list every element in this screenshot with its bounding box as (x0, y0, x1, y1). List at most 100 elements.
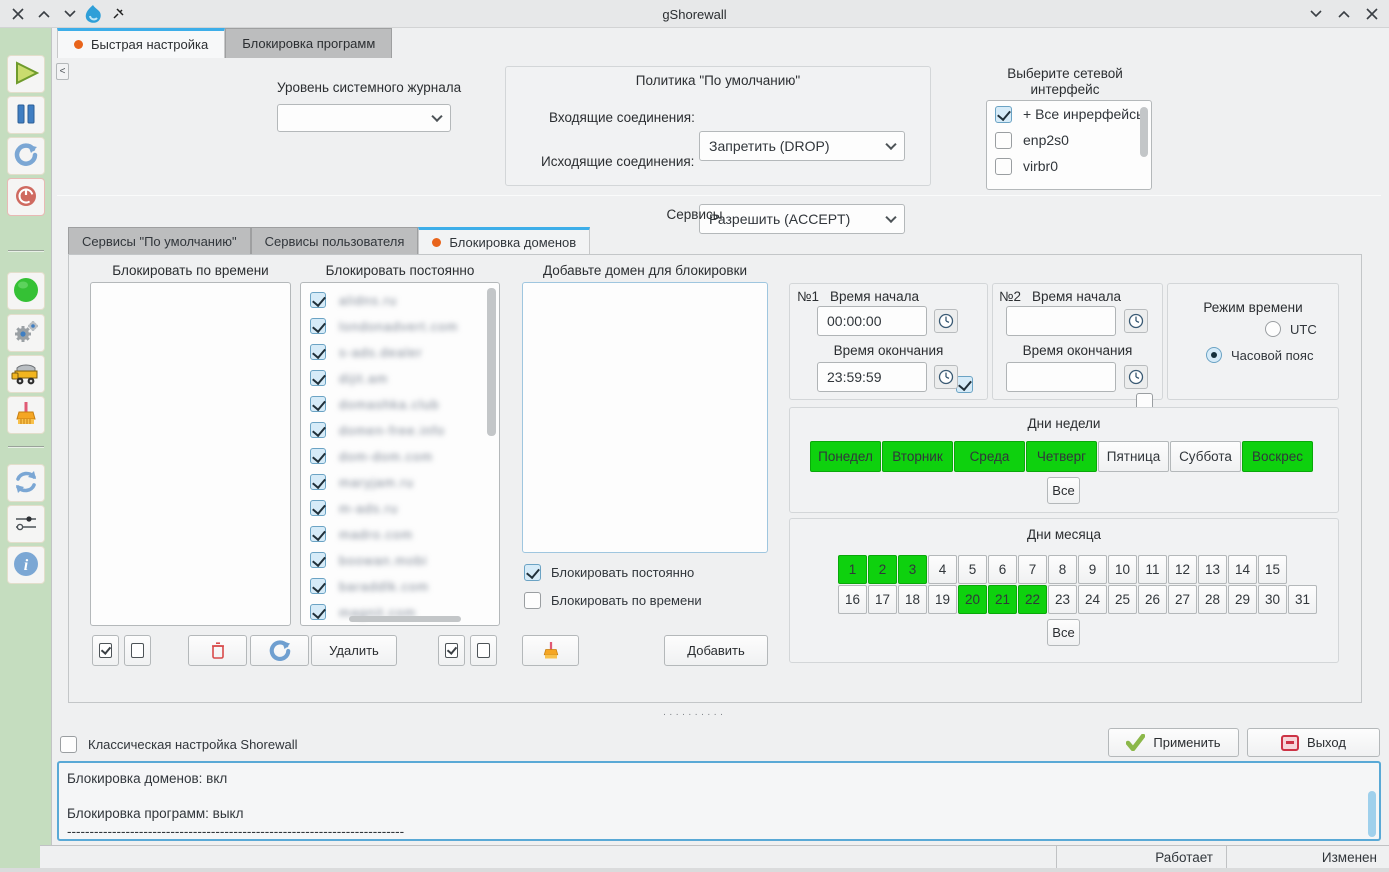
checkbox-checked-icon[interactable] (524, 564, 541, 581)
blocked-domain-item[interactable]: m-ads.ru (301, 495, 499, 521)
scrollbar-thumb[interactable] (1140, 107, 1148, 157)
blocked-domain-item[interactable]: londonadvert.com (301, 313, 499, 339)
blocked-domain-item[interactable]: madro.com (301, 521, 499, 547)
blocked-domain-item[interactable]: domashka.club (301, 391, 499, 417)
checkbox-checked-icon[interactable] (310, 448, 326, 464)
select-all-time-button[interactable] (92, 635, 119, 666)
scrollbar-thumb[interactable] (1368, 791, 1376, 837)
blocked-domain-item[interactable]: domen-free.info (301, 417, 499, 443)
refresh-list-button[interactable] (250, 635, 309, 666)
block-permanent-list[interactable]: alidns.rulondonadvert.coms-ads.dealerdij… (300, 282, 500, 626)
monthday-button[interactable]: 6 (988, 555, 1017, 584)
blocked-domain-item[interactable]: maryjam.ru (301, 469, 499, 495)
checkbox-checked-icon[interactable] (310, 344, 326, 360)
tab-program-blocking[interactable]: Блокировка программ (225, 28, 392, 58)
timer1-enable-checkbox[interactable] (956, 376, 973, 393)
checkbox-checked-icon[interactable] (310, 422, 326, 438)
delete-button[interactable]: Удалить (311, 635, 397, 666)
checkbox-unchecked-icon[interactable] (995, 158, 1012, 175)
weekday-button[interactable]: Среда (954, 441, 1025, 472)
radio-selected-icon[interactable] (1206, 347, 1222, 363)
monthday-button[interactable]: 29 (1228, 585, 1257, 614)
close-icon[interactable] (1362, 4, 1382, 24)
option-block-permanent[interactable]: Блокировать постоянно (524, 564, 694, 581)
monthday-button[interactable]: 5 (958, 555, 987, 584)
checkbox-checked-icon[interactable] (310, 370, 326, 386)
status-log[interactable]: Блокировка доменов: вкл Блокировка прогр… (57, 761, 1381, 841)
blocked-domain-item[interactable]: baraddlk.com (301, 573, 499, 599)
tab-user-services[interactable]: Сервисы пользователя (251, 227, 419, 254)
interface-item[interactable]: + Все инрерфейсы (987, 101, 1151, 127)
restart-firewall-button[interactable] (7, 137, 45, 175)
weekday-button[interactable]: Понедел (810, 441, 881, 472)
interface-list[interactable]: + Все инрерфейсыenp2s0virbr0 (986, 100, 1152, 190)
blocked-domain-item[interactable]: s-ads.dealer (301, 339, 499, 365)
cleanup-button[interactable] (7, 355, 45, 393)
checkbox-checked-icon[interactable] (310, 292, 326, 308)
monthday-button[interactable]: 21 (988, 585, 1017, 614)
blocked-domain-item[interactable]: dom-dom.com (301, 443, 499, 469)
deselect-all-time-button[interactable] (124, 635, 151, 666)
clear-domain-button[interactable] (522, 635, 579, 666)
monthday-button[interactable]: 8 (1048, 555, 1077, 584)
checkbox-checked-icon[interactable] (310, 474, 326, 490)
maximize-icon[interactable] (1334, 4, 1354, 24)
monthday-button[interactable]: 28 (1198, 585, 1227, 614)
collapse-panel-button[interactable]: < (56, 63, 69, 80)
timer1-start-clock-button[interactable] (934, 309, 958, 333)
add-button[interactable]: Добавить (664, 635, 768, 666)
monthday-button[interactable]: 9 (1078, 555, 1107, 584)
checkbox-unchecked-icon[interactable] (524, 592, 541, 609)
monthday-button[interactable]: 13 (1198, 555, 1227, 584)
checkbox-checked-icon[interactable] (995, 106, 1012, 123)
timer2-start-clock-button[interactable] (1124, 309, 1148, 333)
timer2-start-input[interactable] (1006, 306, 1116, 336)
monthday-button[interactable]: 19 (928, 585, 957, 614)
monthday-button[interactable]: 2 (868, 555, 897, 584)
checkbox-unchecked-icon[interactable] (60, 736, 77, 753)
checkbox-checked-icon[interactable] (310, 396, 326, 412)
monthday-button[interactable]: 24 (1078, 585, 1107, 614)
monthday-button[interactable]: 16 (838, 585, 867, 614)
classic-setup-option[interactable]: Классическая настройка Shorewall (60, 736, 298, 753)
monthday-button[interactable]: 30 (1258, 585, 1287, 614)
blocked-domain-item[interactable]: boowan.mobi (301, 547, 499, 573)
pause-firewall-button[interactable] (7, 96, 45, 134)
weekday-button[interactable]: Пятница (1098, 441, 1169, 472)
blocked-domain-item[interactable]: alidns.ru (301, 287, 499, 313)
weekday-button[interactable]: Четверг (1026, 441, 1097, 472)
monthday-button[interactable]: 18 (898, 585, 927, 614)
radio-timezone[interactable]: Часовой пояс (1206, 347, 1313, 363)
sync-button[interactable] (7, 464, 45, 502)
checkbox-checked-icon[interactable] (310, 500, 326, 516)
checkbox-checked-icon[interactable] (310, 318, 326, 334)
checkbox-checked-icon[interactable] (310, 604, 326, 620)
trash-button[interactable] (188, 635, 247, 666)
start-firewall-button[interactable] (7, 55, 45, 93)
info-button[interactable]: i (7, 546, 45, 584)
monthdays-all-button[interactable]: Все (1047, 619, 1080, 646)
monthday-button[interactable]: 10 (1108, 555, 1137, 584)
block-by-time-list[interactable] (90, 282, 291, 626)
monthday-button[interactable]: 4 (928, 555, 957, 584)
scrollbar-thumb-horizontal[interactable] (349, 616, 461, 622)
monthday-button[interactable]: 26 (1138, 585, 1167, 614)
incoming-policy-select[interactable]: Запретить (DROP) (699, 131, 905, 161)
option-block-by-time[interactable]: Блокировать по времени (524, 592, 702, 609)
settings-button[interactable] (7, 314, 45, 352)
timer1-end-input[interactable]: 23:59:59 (817, 362, 927, 392)
tune-button[interactable] (7, 505, 45, 543)
timer1-start-input[interactable]: 00:00:00 (817, 306, 927, 336)
monthday-button[interactable]: 20 (958, 585, 987, 614)
deselect-all-permanent-button[interactable] (470, 635, 497, 666)
tab-quick-setup[interactable]: Быстрая настройка (57, 28, 225, 58)
tab-domain-blocking[interactable]: Блокировка доменов (418, 227, 590, 254)
exit-button[interactable]: Выход (1247, 728, 1380, 757)
blocked-domain-item[interactable]: dijit.am (301, 365, 499, 391)
log-level-select[interactable] (277, 104, 451, 132)
clear-button[interactable] (7, 396, 45, 434)
checkbox-checked-icon[interactable] (310, 578, 326, 594)
weekday-button[interactable]: Суббота (1170, 441, 1241, 472)
weekday-button[interactable]: Воскрес (1242, 441, 1313, 472)
monthday-button[interactable]: 11 (1138, 555, 1167, 584)
